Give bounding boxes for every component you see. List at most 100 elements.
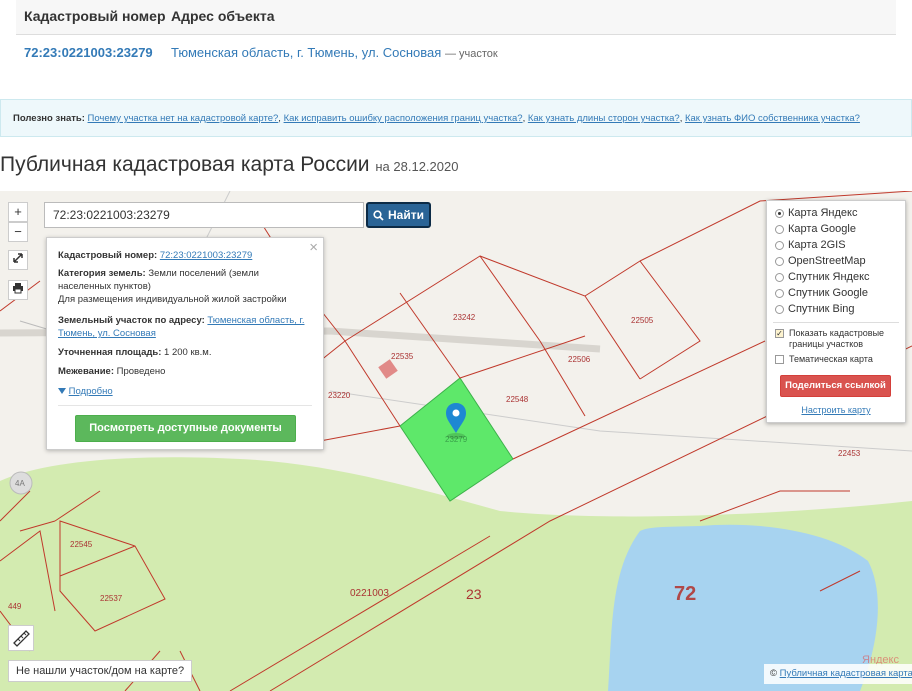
region-label: 72 (674, 583, 696, 605)
parcel-label: 22453 (838, 449, 861, 458)
info-link-side-lengths[interactable]: Как узнать длины сторон участка? (528, 113, 680, 124)
popup-category-row: Категория земель: Земли поселений (земли (58, 267, 259, 280)
layer-option-2gis-map[interactable]: Карта 2GIS (775, 239, 846, 251)
parcel-label: 22506 (568, 355, 591, 364)
radio-icon[interactable] (775, 240, 784, 250)
details-link[interactable]: Подробно (69, 386, 113, 397)
address-cell: Тюменская область, г. Тюмень, ул. Соснов… (171, 45, 498, 60)
zoom-in-button[interactable]: + (8, 202, 28, 222)
cadastral-label: Кадастровый номер: (58, 250, 158, 261)
survey-value: Проведено (116, 366, 166, 377)
parcel-label: 22545 (70, 540, 93, 549)
layer-option-osm[interactable]: OpenStreetMap (775, 255, 866, 267)
layer-label: Спутник Google (788, 287, 868, 299)
popup-address-row: Земельный участок по адресу: Тюменская о… (58, 314, 304, 327)
view-documents-button[interactable]: Посмотреть доступные документы (75, 415, 296, 442)
address-value-link-2[interactable]: Тюмень, ул. Сосновая (58, 328, 156, 339)
layer-label: Спутник Яндекс (788, 271, 870, 283)
page-date: на 28.12.2020 (375, 159, 459, 174)
show-borders-label: Показать кадастровые границы участков (789, 328, 885, 349)
address-link[interactable]: Тюменская область, г. Тюмень, ул. Соснов… (171, 45, 441, 60)
category-value-1: Земли поселений (земли (148, 268, 259, 279)
cadastral-value-link[interactable]: 72:23:0221003:23279 (160, 250, 252, 261)
category-label: Категория земель: (58, 268, 146, 279)
usage-value: Для размещения индивидуальной жилой заст… (58, 294, 287, 305)
thematic-map-checkbox[interactable]: Тематическая карта (775, 354, 873, 365)
column-header-address: Адрес объекта (171, 8, 275, 24)
parcel-label: 23220 (328, 391, 351, 400)
quarter-label: 0221003 (350, 588, 389, 599)
radio-icon[interactable] (775, 304, 784, 314)
layer-option-yandex-map[interactable]: Карта Яндекс (775, 207, 857, 219)
search-input[interactable] (44, 202, 364, 228)
useful-info-bar: Полезно знать: Почему участка нет на кад… (0, 99, 912, 137)
table-row[interactable]: 72:23:0221003:23279 Тюменская область, г… (16, 34, 896, 68)
zoom-out-button[interactable]: − (8, 222, 28, 242)
fullscreen-icon (13, 253, 23, 263)
category-value-2: населенных пунктов) (58, 281, 151, 292)
search-button-label: Найти (388, 208, 424, 222)
parcel-label: 23242 (453, 313, 476, 322)
survey-label: Межевание: (58, 366, 114, 377)
copyright-link[interactable]: Публичная кадастровая карта (780, 668, 912, 679)
details-toggle[interactable]: Подробно (58, 385, 113, 398)
close-icon[interactable]: × (309, 240, 318, 255)
copyright-symbol: © (770, 668, 777, 679)
popup-survey-row: Межевание: Проведено (58, 365, 165, 378)
print-button[interactable] (8, 280, 28, 300)
object-type: — участок (444, 48, 498, 60)
copyright: © Публичная кадастровая карта (764, 664, 912, 684)
layer-label: OpenStreetMap (788, 255, 866, 267)
layer-option-yandex-satellite[interactable]: Спутник Яндекс (775, 271, 870, 283)
radio-icon[interactable] (775, 256, 784, 266)
radio-icon[interactable] (775, 224, 784, 234)
radio-icon[interactable] (775, 272, 784, 282)
map-area[interactable]: 23242 22505 22535 22506 23220 22548 2327… (0, 191, 912, 691)
info-label: Полезно знать: (13, 113, 85, 124)
popup-cadastral-row: Кадастровый номер: 72:23:0221003:23279 (58, 249, 252, 262)
layer-label: Карта Google (788, 223, 856, 235)
layer-label: Карта 2GIS (788, 239, 846, 251)
show-borders-checkbox[interactable]: ✓ Показать кадастровые границы участков (775, 328, 884, 350)
layer-label: Карта Яндекс (788, 207, 858, 219)
layer-option-bing-satellite[interactable]: Спутник Bing (775, 303, 855, 315)
checkbox-checked-icon[interactable]: ✓ (775, 329, 784, 338)
printer-icon (13, 283, 23, 294)
parcel-info-popup: × Кадастровый номер: 72:23:0221003:23279… (46, 237, 324, 450)
address-label: Земельный участок по адресу: (58, 315, 205, 326)
info-link-fix-error[interactable]: Как исправить ошибку расположения границ… (284, 113, 523, 124)
layer-option-google-satellite[interactable]: Спутник Google (775, 287, 868, 299)
radio-icon[interactable] (775, 288, 784, 298)
checkbox-icon[interactable] (775, 355, 784, 364)
house-label: 4А (15, 479, 25, 488)
triangle-down-icon (58, 388, 66, 394)
page-title-text: Публичная кадастровая карта России (0, 153, 370, 176)
not-found-button[interactable]: Не нашли участок/дом на карте? (8, 660, 193, 682)
info-link-owner[interactable]: Как узнать ФИО собственника участка? (685, 113, 860, 124)
parcel-label: 22548 (506, 395, 529, 404)
page-title: Публичная кадастровая карта России на 28… (0, 153, 458, 177)
parcel-label: 22535 (391, 352, 414, 361)
share-link-button[interactable]: Поделиться ссылкой (780, 375, 891, 397)
layer-label: Спутник Bing (788, 303, 855, 315)
cadastral-number-link[interactable]: 72:23:0221003:23279 (24, 45, 153, 60)
divider (773, 322, 899, 323)
parcel-label: 22505 (631, 316, 654, 325)
popup-area-row: Уточненная площадь: 1 200 кв.м. (58, 346, 211, 359)
configure-map-link[interactable]: Настроить карту (767, 405, 905, 415)
area-label: Уточненная площадь: (58, 347, 162, 358)
layer-option-google-map[interactable]: Карта Google (775, 223, 856, 235)
ruler-icon (13, 630, 30, 647)
area-value: 1 200 кв.м. (164, 347, 212, 358)
info-link-missing-parcel[interactable]: Почему участка нет на кадастровой карте? (88, 113, 279, 124)
divider (58, 405, 312, 406)
parcel-label: 449 (8, 602, 22, 611)
search-icon (373, 209, 384, 221)
ruler-button[interactable] (8, 625, 34, 651)
column-header-cadastral: Кадастровый номер (24, 8, 166, 24)
address-value-link[interactable]: Тюменская область, г. (207, 315, 304, 326)
radio-selected-icon[interactable] (775, 208, 784, 218)
layers-panel: Карта Яндекс Карта Google Карта 2GIS Ope… (766, 200, 906, 423)
search-button[interactable]: Найти (366, 202, 431, 228)
fullscreen-button[interactable] (8, 250, 28, 270)
